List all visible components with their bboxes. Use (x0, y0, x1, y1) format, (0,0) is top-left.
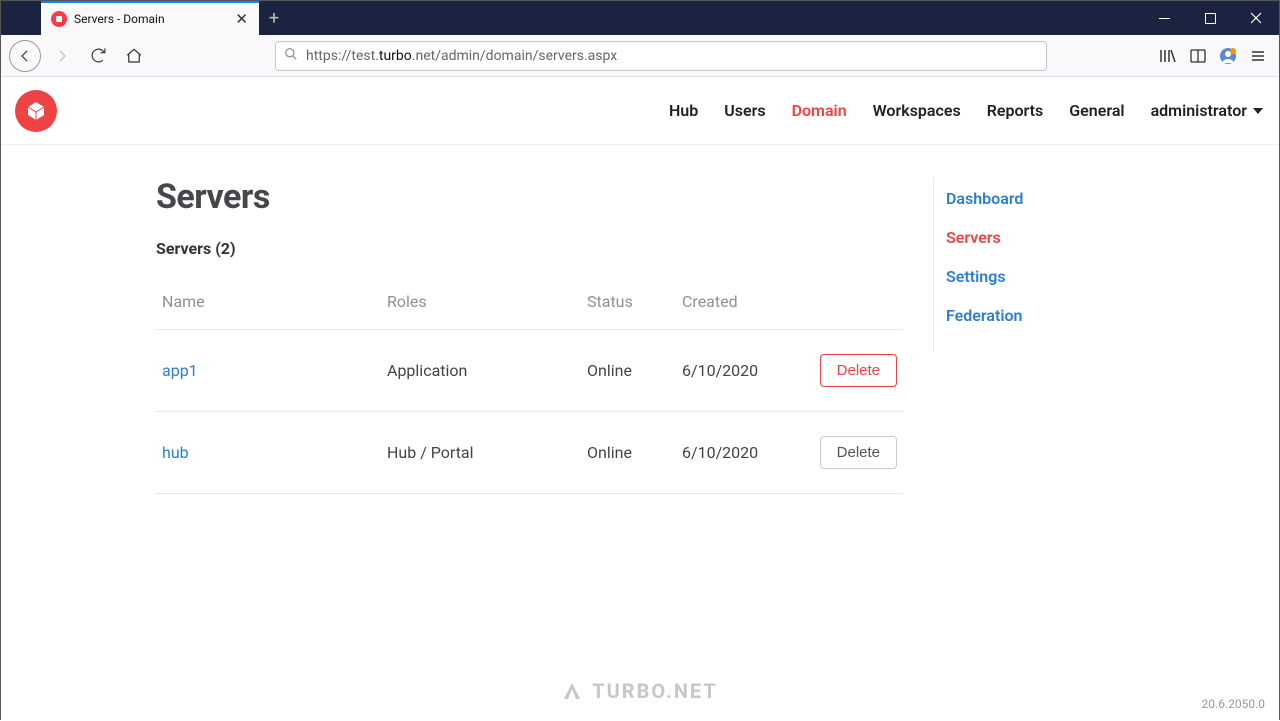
th-name: Name (162, 292, 387, 311)
url-bar[interactable]: https://test.turbo.net/admin/domain/serv… (275, 41, 1047, 71)
browser-toolbar: https://test.turbo.net/admin/domain/serv… (1, 35, 1279, 77)
version-label: 20.6.2050.0 (1202, 697, 1265, 711)
menu-icon[interactable] (1249, 47, 1267, 65)
new-tab-button[interactable]: + (259, 1, 289, 35)
page-title: Servers (156, 177, 903, 217)
nav-link-users[interactable]: Users (724, 101, 765, 120)
delete-button[interactable]: Delete (820, 436, 897, 469)
sidebar-link-federation[interactable]: Federation (946, 296, 1023, 335)
servers-table: Name Roles Status Created app1Applicatio… (156, 282, 903, 494)
browser-titlebar: Servers - Domain ✕ + (1, 1, 1279, 35)
server-created: 6/10/2020 (682, 443, 792, 462)
favicon-icon (51, 11, 67, 27)
url-text: https://test.turbo.net/admin/domain/serv… (306, 48, 617, 64)
window-close-button[interactable] (1233, 1, 1279, 35)
sidebar-link-servers[interactable]: Servers (946, 218, 1023, 257)
server-status: Online (587, 443, 682, 462)
tab-title: Servers - Domain (74, 12, 232, 26)
servers-count: Servers (2) (156, 239, 903, 258)
nav-reload-button[interactable] (83, 41, 113, 71)
server-roles: Application (387, 361, 587, 380)
server-created: 6/10/2020 (682, 361, 792, 380)
server-roles: Hub / Portal (387, 443, 587, 462)
server-name-link[interactable]: hub (162, 443, 387, 462)
nav-home-button[interactable] (119, 41, 149, 71)
sidebar-toggle-icon[interactable] (1189, 47, 1207, 65)
account-icon[interactable] (1219, 47, 1237, 65)
nav-forward-button[interactable] (47, 41, 77, 71)
brand-logo[interactable] (15, 90, 57, 132)
footer-brand: TURBO.NET (562, 679, 718, 703)
app-navbar: Hub Users Domain Workspaces Reports General ad… (1, 77, 1279, 145)
sidebar-link-dashboard[interactable]: Dashboard (946, 179, 1023, 218)
nav-link-workspaces[interactable]: Workspaces (873, 101, 961, 120)
footer: TURBO.NET (1, 667, 1279, 715)
caret-down-icon (1253, 108, 1263, 114)
sidebar: DashboardServersSettingsFederation (933, 177, 1023, 352)
window-minimize-button[interactable] (1141, 1, 1187, 35)
tab-close-icon[interactable]: ✕ (232, 10, 251, 28)
th-roles: Roles (387, 292, 587, 311)
th-status: Status (587, 292, 682, 311)
nav-link-hub[interactable]: Hub (669, 101, 698, 120)
th-created: Created (682, 292, 792, 311)
nav-link-general[interactable]: General (1069, 101, 1124, 120)
delete-button[interactable]: Delete (820, 354, 897, 387)
server-status: Online (587, 361, 682, 380)
browser-tab[interactable]: Servers - Domain ✕ (41, 1, 259, 35)
nav-back-button[interactable] (9, 40, 41, 72)
sidebar-link-settings[interactable]: Settings (946, 257, 1023, 296)
search-icon (284, 46, 298, 65)
nav-link-reports[interactable]: Reports (987, 101, 1044, 120)
server-name-link[interactable]: app1 (162, 361, 387, 380)
table-row: app1ApplicationOnline6/10/2020 Delete (156, 329, 903, 411)
nav-user-menu[interactable]: administrator (1151, 101, 1263, 120)
table-row: hubHub / PortalOnline6/10/2020 Delete (156, 411, 903, 494)
library-icon[interactable] (1159, 47, 1177, 65)
window-maximize-button[interactable] (1187, 1, 1233, 35)
nav-link-domain[interactable]: Domain (792, 101, 847, 120)
